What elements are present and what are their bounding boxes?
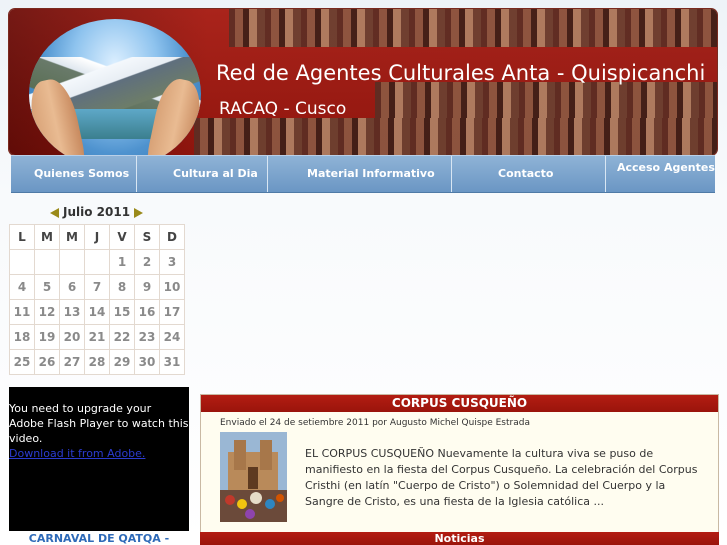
calendar-day[interactable]: 18 (9, 324, 35, 350)
download-adobe-link[interactable]: Download it from Adobe. (9, 447, 145, 460)
article-thumbnail[interactable] (220, 432, 287, 522)
calendar-empty-cell (84, 249, 110, 275)
calendar-day[interactable]: 30 (134, 349, 160, 375)
calendar-week-row: 4 5 6 7 8 9 10 (9, 274, 185, 300)
calendar-day[interactable]: 8 (109, 274, 135, 300)
article-card: CORPUS CUSQUEÑO Enviado el 24 de setiemb… (200, 394, 719, 533)
calendar-empty-cell (34, 249, 60, 275)
weekday-label: M (34, 224, 60, 250)
calendar-day[interactable]: 26 (34, 349, 60, 375)
article-title[interactable]: CORPUS CUSQUEÑO (201, 395, 718, 412)
calendar-day[interactable]: 19 (34, 324, 60, 350)
calendar-day[interactable]: 14 (84, 299, 110, 325)
calendar-day[interactable]: 5 (34, 274, 60, 300)
calendar-day[interactable]: 20 (59, 324, 85, 350)
article-excerpt: EL CORPUS CUSQUEÑO Nuevamente la cultura… (305, 447, 698, 508)
nav-divider (136, 156, 137, 192)
calendar-day[interactable]: 9 (134, 274, 160, 300)
calendar-day[interactable]: 13 (59, 299, 85, 325)
calendar-day[interactable]: 12 (34, 299, 60, 325)
nav-cultura-al-dia[interactable]: Cultura al Dia (173, 167, 258, 180)
calendar-day[interactable]: 29 (109, 349, 135, 375)
site-title: Red de Agentes Culturales Anta - Quispic… (216, 61, 706, 85)
header-photo-strip-middle (375, 82, 717, 118)
site-header: Red de Agentes Culturales Anta - Quispic… (9, 9, 717, 155)
calendar-day[interactable]: 28 (84, 349, 110, 375)
calendar-week-row: 11 12 13 14 15 16 17 (9, 299, 185, 325)
calendar-day[interactable]: 31 (159, 349, 185, 375)
calendar-week-row: 18 19 20 21 22 23 24 (9, 324, 185, 350)
main-nav: Quienes Somos Cultura al Dia Material In… (11, 155, 715, 193)
weekday-label: L (9, 224, 35, 250)
weekday-label: S (134, 224, 160, 250)
calendar-day[interactable]: 1 (109, 249, 135, 275)
calendar-day[interactable]: 22 (109, 324, 135, 350)
calendar-header: Julio 2011 (50, 205, 144, 219)
calendar-week-row: 123 (9, 249, 185, 275)
nav-material-informativo[interactable]: Material Informativo (307, 167, 435, 180)
nav-divider (605, 156, 606, 192)
nav-acceso-agentes[interactable]: Acceso Agentes (617, 161, 715, 174)
calendar-empty-cell (9, 249, 35, 275)
header-photo-strip-bottom (194, 118, 717, 155)
nav-divider (451, 156, 452, 192)
calendar-day[interactable]: 2 (134, 249, 160, 275)
weekday-label: M (59, 224, 85, 250)
calendar-day[interactable]: 7 (84, 274, 110, 300)
next-month-icon[interactable] (134, 207, 144, 218)
calendar-weekday-row: L M M J V S D (9, 224, 185, 250)
article-meta: Enviado el 24 de setiembre 2011 por Augu… (220, 418, 530, 428)
calendar-day[interactable]: 4 (9, 274, 35, 300)
site-subtitle: RACAQ - Cusco (219, 99, 347, 119)
calendar-days: 1 2 3 4 5 6 7 8 9 10 11 12 13 14 15 16 17 18 19 20 21 22 23 24 2… (9, 249, 185, 375)
nav-contacto[interactable]: Contacto (498, 167, 553, 180)
calendar-day[interactable]: 3 (159, 249, 185, 275)
weekday-label: V (109, 224, 135, 250)
calendar-grid: L M M J V S D 1 2 3 4 5 6 7 8 9 10 11 12 13 14 15 16 17 1… (9, 224, 185, 375)
calendar-day[interactable]: 25 (9, 349, 35, 375)
calendar-day[interactable]: 23 (134, 324, 160, 350)
calendar-empty-cell (59, 249, 85, 275)
calendar-day[interactable]: 17 (159, 299, 185, 325)
nav-divider (267, 156, 268, 192)
prev-month-icon[interactable] (50, 207, 59, 218)
calendar-month-label: Julio 2011 (63, 205, 131, 219)
noticias-header[interactable]: Noticias (200, 532, 719, 545)
weekday-label: J (84, 224, 110, 250)
nav-quienes-somos[interactable]: Quienes Somos (34, 167, 129, 180)
calendar-day[interactable]: 15 (109, 299, 135, 325)
calendar-day[interactable]: 6 (59, 274, 85, 300)
flash-upgrade-message: You need to upgrade your Adobe Flash Pla… (9, 402, 189, 445)
calendar-day[interactable]: 24 (159, 324, 185, 350)
carnaval-link[interactable]: CARNAVAL DE QATQA - (9, 532, 189, 545)
calendar-day[interactable]: 27 (59, 349, 85, 375)
weekday-label: D (159, 224, 185, 250)
header-photo-strip-top (229, 9, 717, 47)
calendar-day[interactable]: 10 (159, 274, 185, 300)
calendar-day[interactable]: 16 (134, 299, 160, 325)
calendar-day[interactable]: 11 (9, 299, 35, 325)
calendar-day[interactable]: 21 (84, 324, 110, 350)
calendar-week-row: 25 26 27 28 29 30 31 (9, 349, 185, 375)
flash-video-placeholder: You need to upgrade your Adobe Flash Pla… (9, 387, 189, 531)
